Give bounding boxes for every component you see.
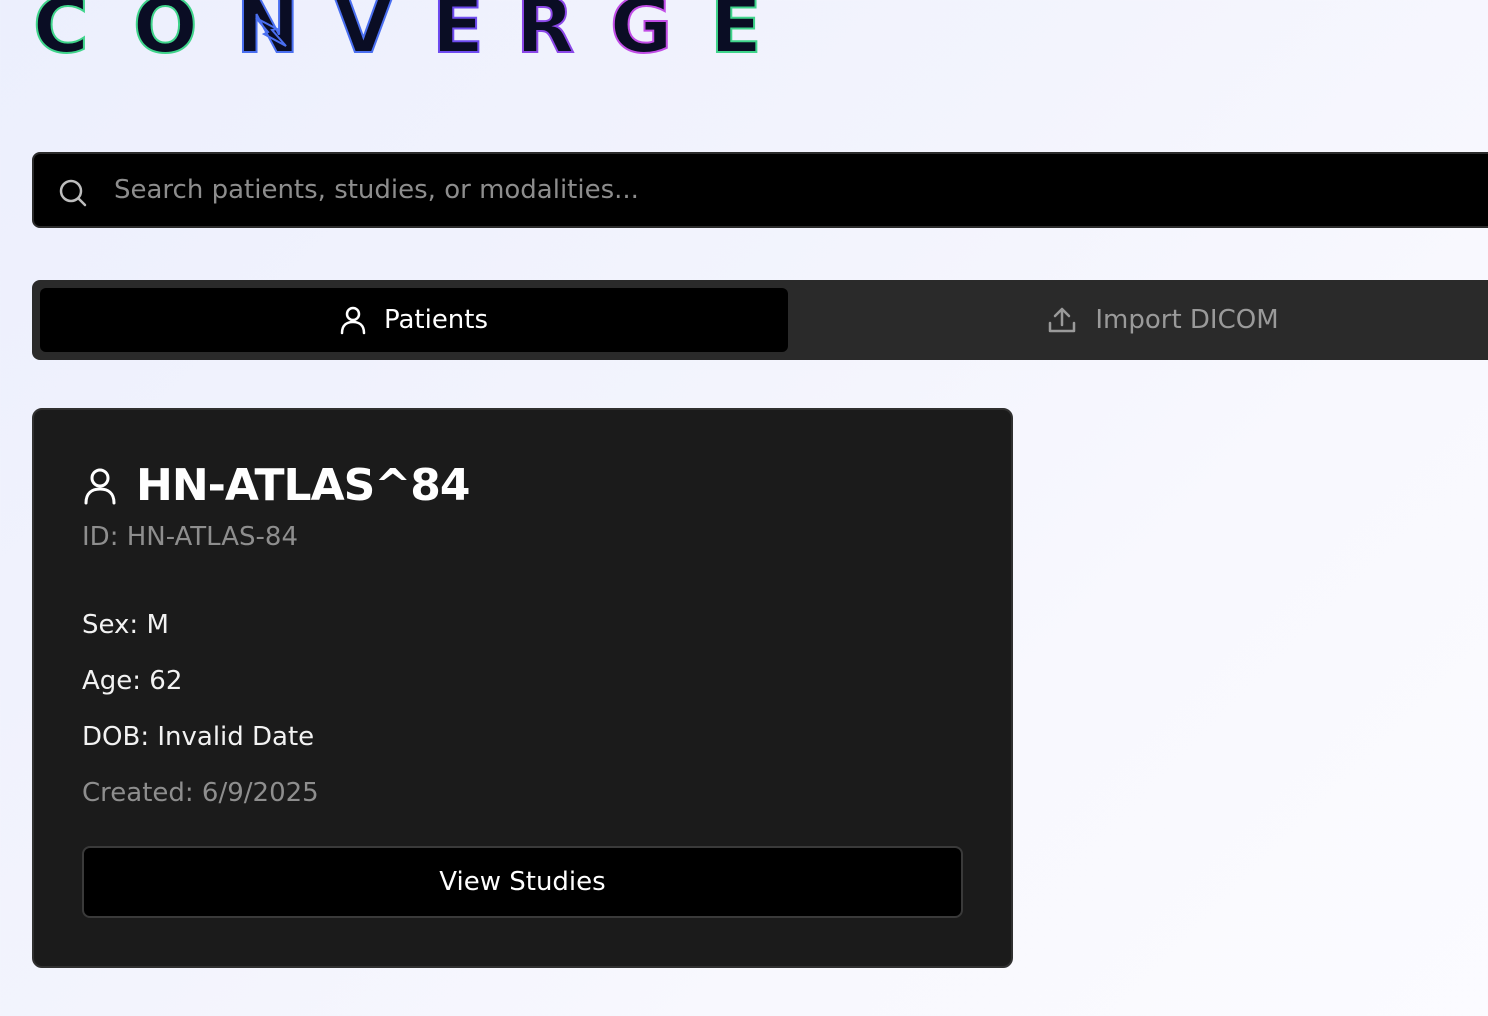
search-input[interactable] bbox=[114, 154, 1414, 226]
patient-sex: Sex: M bbox=[82, 610, 169, 640]
tab-patients[interactable]: Patients bbox=[40, 288, 788, 352]
user-icon bbox=[340, 306, 366, 335]
logo-letter: O bbox=[132, 0, 199, 70]
logo-letter: E bbox=[709, 0, 763, 70]
logo-letter: G bbox=[609, 0, 673, 70]
logo-letter: C bbox=[32, 0, 90, 70]
patient-age: Age: 62 bbox=[82, 666, 183, 696]
logo-letter: E bbox=[431, 0, 485, 70]
view-studies-button[interactable]: View Studies bbox=[82, 846, 963, 918]
user-icon bbox=[84, 468, 116, 504]
app-logo: C O N V E R G E bbox=[32, 0, 763, 70]
search-bar[interactable] bbox=[32, 152, 1488, 228]
tab-import-dicom[interactable]: Import DICOM bbox=[788, 288, 1488, 352]
tab-bar: Patients Import DICOM bbox=[32, 280, 1488, 360]
patient-created-date: Created: 6/9/2025 bbox=[82, 778, 319, 808]
search-icon bbox=[59, 179, 87, 207]
logo-letter: N bbox=[235, 0, 334, 65]
logo-letter: V bbox=[333, 0, 394, 70]
patient-title-row: HN-ATLAS^84 bbox=[82, 460, 470, 511]
patient-id: ID: HN-ATLAS-84 bbox=[82, 522, 299, 552]
upload-icon bbox=[1049, 307, 1076, 333]
tab-label: Import DICOM bbox=[1095, 305, 1279, 335]
logo-letter: R bbox=[515, 0, 576, 70]
patient-name: HN-ATLAS^84 bbox=[136, 460, 470, 511]
patient-card: HN-ATLAS^84 ID: HN-ATLAS-84 Sex: M Age: … bbox=[32, 408, 1013, 968]
lightning-icon bbox=[255, 17, 287, 47]
tab-label: Patients bbox=[383, 305, 489, 335]
patient-dob: DOB: Invalid Date bbox=[82, 722, 315, 752]
